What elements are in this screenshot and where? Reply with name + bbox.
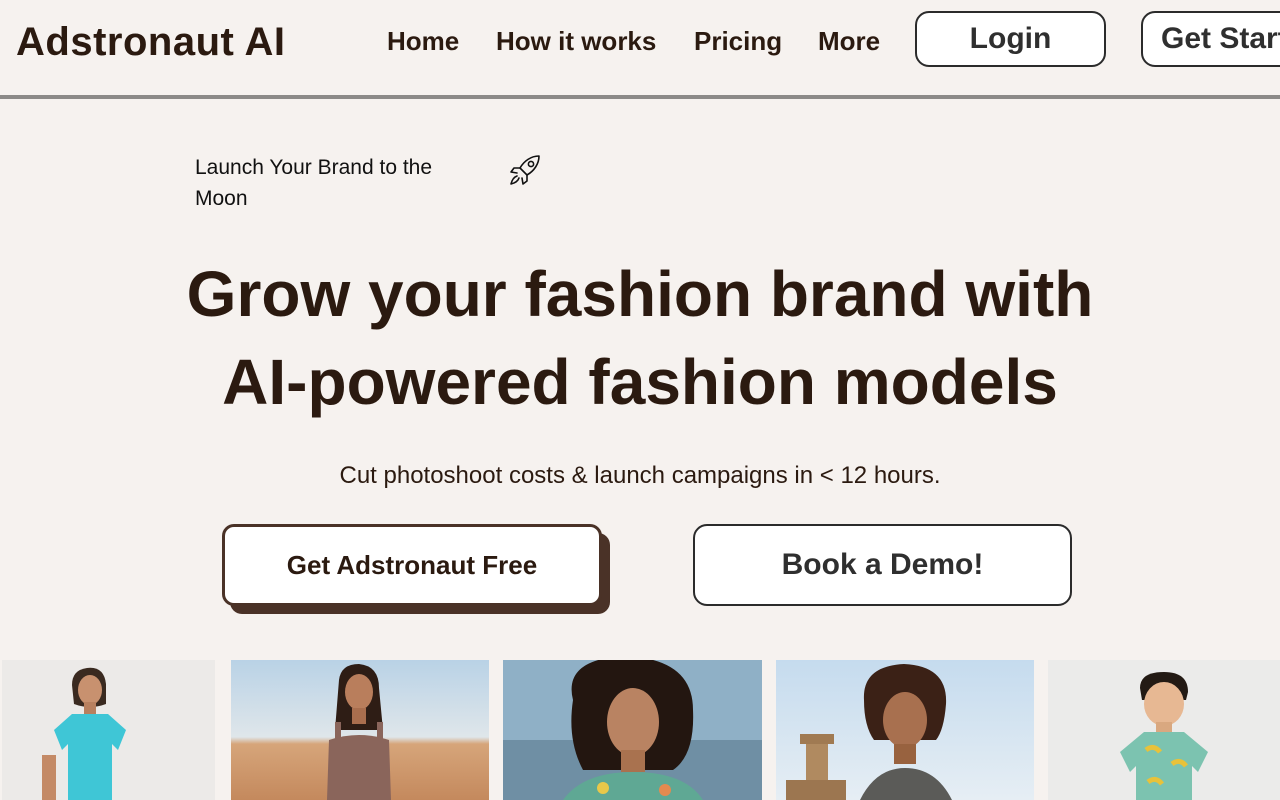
nav-more[interactable]: More [818, 26, 880, 57]
hero-tagline: Launch Your Brand to the Moon [195, 156, 433, 210]
gallery-image-boy-banana-print-shirt [1048, 660, 1280, 800]
nav-pricing[interactable]: Pricing [694, 26, 782, 57]
headline-line-2: AI-powered fashion models [222, 346, 1058, 418]
nav-home[interactable]: Home [387, 26, 459, 57]
header-divider [0, 95, 1280, 99]
site-header: Adstronaut AI Home How it works Pricing … [0, 0, 1280, 96]
brand-logo[interactable]: Adstronaut AI [16, 20, 285, 65]
get-adstronaut-free-button[interactable]: Get Adstronaut Free [222, 524, 602, 606]
headline-line-1: Grow your fashion brand with [186, 258, 1094, 330]
login-button[interactable]: Login [915, 11, 1106, 67]
gallery-image-model-desert-brown-top [231, 660, 489, 800]
hero-headline: Grow your fashion brand with AI-powered … [140, 250, 1140, 426]
rocket-icon [507, 152, 543, 188]
get-started-button[interactable]: Get Started [1141, 11, 1280, 67]
gallery-image-model-curly-hair-print-shirt [503, 660, 762, 800]
gallery-image-model-ruins-curly-hair [776, 660, 1034, 800]
gallery-image-model-light-blue-tshirt [2, 660, 215, 800]
nav-how-it-works[interactable]: How it works [496, 26, 656, 57]
hero-subheadline: Cut photoshoot costs & launch campaigns … [339, 462, 941, 489]
book-demo-button[interactable]: Book a Demo! [693, 524, 1072, 606]
